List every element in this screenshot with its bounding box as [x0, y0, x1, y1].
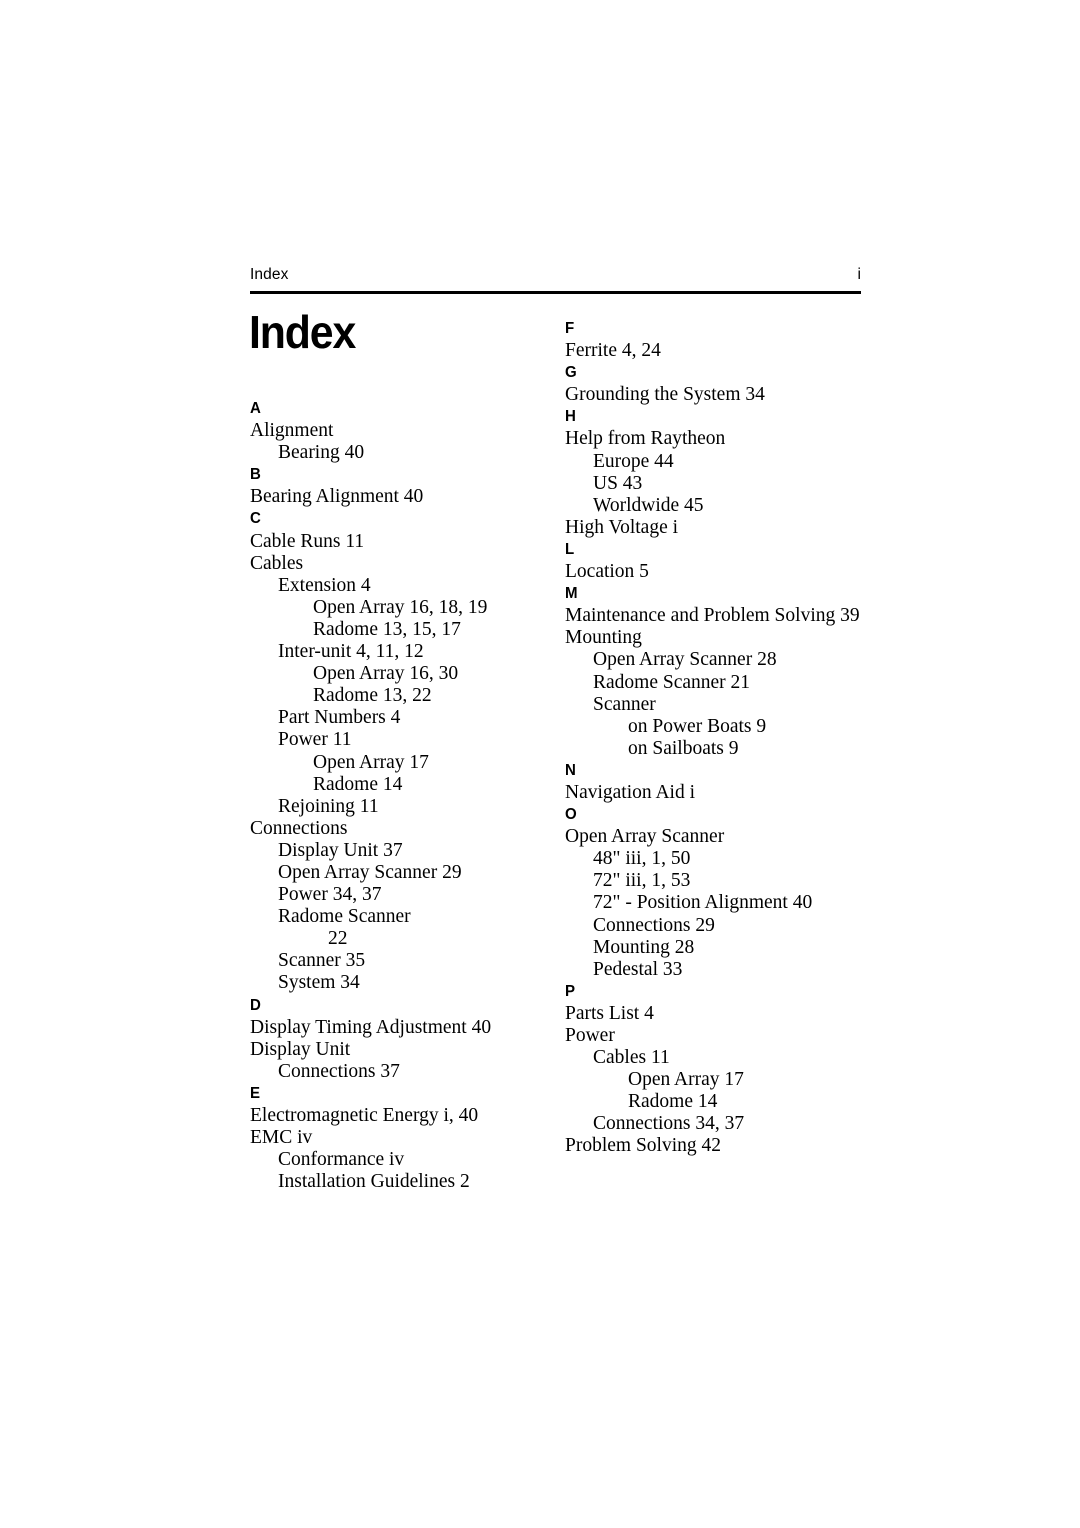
index-entry: 72" - Position Alignment 40 [593, 892, 813, 914]
running-header-title: Index [250, 266, 289, 283]
index-entry: US 43 [593, 472, 643, 494]
index-entry: Rejoining 11 [278, 795, 379, 817]
index-entry: Worldwide 45 [593, 494, 704, 516]
index-entry: 48" iii, 1, 50 [593, 848, 691, 870]
index-entry: Radome 14 [628, 1091, 718, 1113]
index-entry: Grounding the System 34 [565, 384, 765, 406]
page-title: Index [249, 306, 356, 358]
index-entry: 72" iii, 1, 53 [593, 870, 691, 892]
index-entry: Bearing Alignment 40 [250, 486, 424, 508]
header-divider [250, 291, 861, 294]
index-letter-heading: B [250, 466, 261, 484]
index-entry: Radome 14 [313, 773, 403, 795]
index-entry: Parts List 4 [565, 1002, 654, 1024]
index-entry: Cables [250, 552, 304, 574]
index-entry: Scanner 35 [278, 950, 366, 972]
running-header: Index i [250, 266, 861, 284]
index-entry: Open Array 16, 18, 19 [313, 596, 488, 618]
index-entry: Radome 13, 22 [313, 685, 432, 707]
index-page: Index i Index A Alignment Bearing 40 B Beari… [0, 0, 1080, 1528]
index-letter-heading: L [565, 540, 575, 558]
index-entry: Help from Raytheon [565, 428, 726, 450]
index-letter-heading: E [250, 1084, 260, 1102]
index-entry: Extension 4 [278, 574, 371, 596]
index-entry: High Voltage i [565, 516, 679, 538]
index-letter-heading: N [565, 761, 576, 779]
index-entry: on Power Boats 9 [628, 715, 767, 737]
index-entry: 22 [328, 928, 348, 950]
index-letter-heading: G [565, 364, 577, 382]
index-letter-heading: A [250, 400, 261, 417]
index-entry: Open Array 16, 30 [313, 663, 459, 685]
index-entry: Open Array Scanner 29 [278, 861, 462, 883]
index-entry: Open Array Scanner [565, 826, 725, 848]
index-entry: Alignment [250, 420, 334, 442]
index-entry: Cables 11 [593, 1047, 670, 1069]
index-entry: Display Unit [250, 1038, 351, 1060]
index-entry: Display Timing Adjustment 40 [250, 1016, 492, 1038]
index-entry: Power 11 [278, 729, 352, 751]
index-entry: System 34 [278, 972, 360, 994]
index-entry: Scanner [593, 693, 656, 715]
index-entry: on Sailboats 9 [628, 737, 739, 759]
index-entry: Open Array 17 [628, 1069, 744, 1091]
index-entry: Power 34, 37 [278, 884, 382, 906]
index-entry: Electromagnetic Energy i, 40 [250, 1105, 479, 1126]
index-entry: Radome Scanner 21 [593, 671, 751, 693]
index-entry: Display Unit 37 [278, 839, 403, 861]
page-number: i [857, 266, 861, 283]
index-entry: Open Array Scanner 28 [593, 649, 777, 671]
index-entry: Installation Guidelines 2 [278, 1171, 470, 1193]
index-entry: Radome Scanner [278, 906, 411, 928]
index-entry: Ferrite 4, 24 [565, 340, 661, 362]
index-entry: Mounting 28 [593, 936, 695, 958]
index-entry: Europe 44 [593, 450, 674, 472]
index-entry: Navigation Aid i [565, 781, 695, 803]
index-entry: Radome 13, 15, 17 [313, 618, 461, 640]
index-letter-heading: M [565, 585, 578, 603]
index-column-left: A Alignment Bearing 40 B Bearing Alignment 4… [250, 398, 540, 1193]
index-letter-heading: O [565, 806, 577, 824]
index-entry: Problem Solving 42 [565, 1135, 722, 1157]
index-entry: Connections 29 [593, 914, 715, 936]
index-entry: Bearing 40 [278, 442, 365, 464]
index-entry: Connections 34, 37 [593, 1113, 745, 1135]
index-entry: Location 5 [565, 561, 649, 583]
index-entry: Maintenance and Problem Solving 39 [565, 605, 860, 627]
index-entry: Connections 37 [278, 1060, 400, 1082]
index-entry: Pedestal 33 [593, 958, 683, 980]
index-entry: Part Numbers 4 [278, 707, 401, 729]
index-entry: Conformance iv [278, 1149, 405, 1171]
index-entry: Inter-unit 4, 11, 12 [278, 641, 424, 663]
index-entry: Connections [250, 817, 348, 839]
index-letter-heading: F [565, 320, 575, 337]
index-entry: Cable Runs 11 [250, 530, 365, 552]
index-entry: EMC iv [250, 1127, 313, 1149]
index-letter-heading: P [565, 982, 575, 1000]
index-entry: Power [565, 1025, 615, 1046]
index-column-right: F Ferrite 4, 24 G Grounding the System 34 H H… [565, 318, 865, 1158]
index-letter-heading: H [565, 408, 576, 426]
index-letter-heading: C [250, 510, 261, 528]
index-entry: Mounting [565, 627, 642, 649]
index-entry: Open Array 17 [313, 751, 429, 773]
index-letter-heading: D [250, 996, 261, 1014]
